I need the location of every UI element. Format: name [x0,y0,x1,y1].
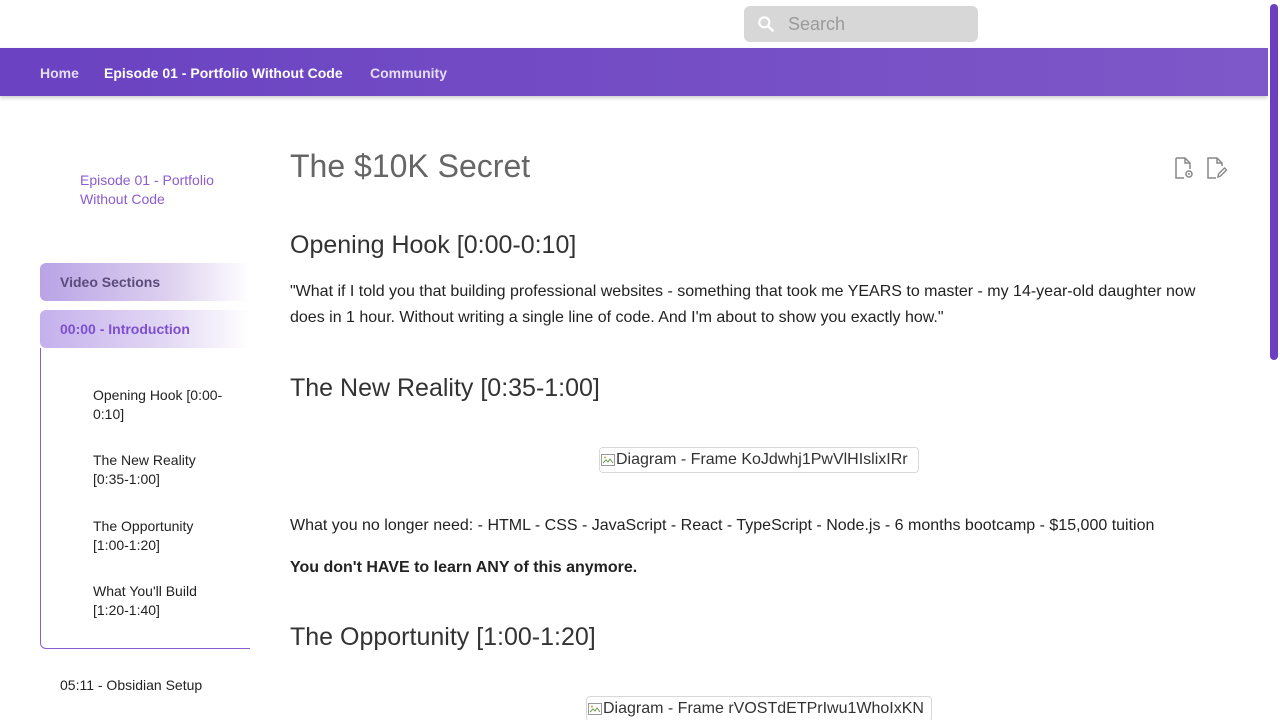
sidebar-item-what-youll-build[interactable]: What You'll Build [1:20-1:40] [93,582,223,619]
sidebar-item-video-sections[interactable]: Video Sections [40,263,250,301]
diagram-alt-text: Diagram - Frame KoJdwhj1PwVlHIslixIRr [616,451,908,468]
search-icon [758,16,774,32]
heading-opportunity: The Opportunity [1:00-1:20] [290,623,596,651]
nav-episode-link[interactable]: Episode 01 - Portfolio Without Code [104,48,343,96]
search-box[interactable] [744,6,978,42]
emphasis-text: You don't HAVE to learn ANY of this anym… [290,559,638,576]
diagram-alt-text: Diagram - Frame rVOSTdETPrIwu1WhoIxKN [603,700,924,717]
nav-home-link[interactable]: Home [40,48,79,96]
no-longer-need-text: What you no longer need: - HTML - CSS - … [290,517,1155,534]
search-input[interactable] [788,6,968,42]
sidebar-item-obsidian-setup[interactable]: 05:11 - Obsidian Setup [60,677,202,693]
diagram-image: Diagram - Frame rVOSTdETPrIwu1WhoIxKN [586,696,932,720]
sidebar: Episode 01 - Portfolio Without Code Vide… [40,96,250,720]
nav-bar: Home Episode 01 - Portfolio Without Code… [0,48,1268,96]
broken-image-icon [588,703,602,715]
broken-image-icon [601,454,615,466]
heading-opening-hook: Opening Hook [0:00-0:10] [290,231,577,259]
sidebar-item-introduction[interactable]: 00:00 - Introduction [40,310,250,348]
diagram-image: Diagram - Frame KoJdwhj1PwVlHIslixIRr [599,447,919,473]
page-title: The $10K Secret [290,148,531,184]
scrollbar-thumb[interactable] [1270,4,1278,360]
sidebar-episode-title[interactable]: Episode 01 - Portfolio Without Code [80,171,230,208]
opening-quote: "What if I told you that building profes… [290,283,1196,326]
heading-new-reality: The New Reality [0:35-1:00] [290,374,600,402]
edit-page-icon[interactable] [1205,156,1227,180]
top-header [0,0,1268,48]
nav-community-link[interactable]: Community [370,48,447,96]
view-source-icon[interactable] [1173,156,1195,180]
sidebar-item-opportunity[interactable]: The Opportunity [1:00-1:20] [93,517,223,554]
sidebar-item-opening-hook[interactable]: Opening Hook [0:00-0:10] [93,386,223,423]
sidebar-item-new-reality[interactable]: The New Reality [0:35-1:00] [93,451,223,488]
